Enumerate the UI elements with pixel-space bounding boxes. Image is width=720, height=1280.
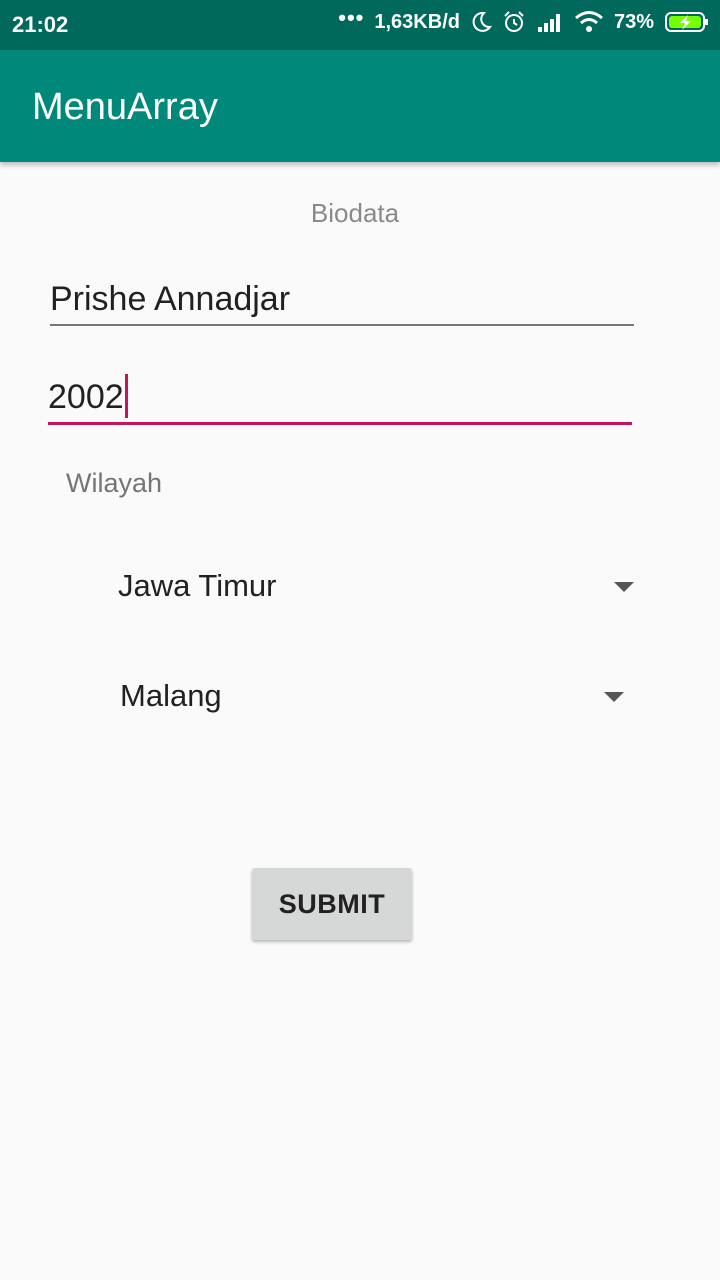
battery-percent: 73% [613, 10, 654, 33]
dropdown-arrow-icon [604, 692, 624, 702]
status-bar: 21:02 ••• 1,63KB/d 73% [0, 0, 720, 50]
submit-button[interactable]: SUBMIT [252, 868, 412, 940]
biodata-label: Biodata [310, 198, 400, 228]
status-icons: ••• 1,63KB/d 73% [338, 5, 710, 34]
wilayah-label: Wilayah [66, 468, 163, 498]
dropdown-arrow-icon [614, 582, 634, 592]
name-input-value: Prishe Annadjar [50, 280, 291, 318]
province-spinner[interactable]: Jawa Timur [118, 556, 636, 616]
more-dots-icon: ••• [338, 5, 365, 30]
moon-icon [470, 11, 492, 33]
network-speed: 1,63KB/d [374, 10, 460, 33]
app-title: MenuArray [32, 86, 218, 128]
alarm-icon [502, 10, 526, 34]
wifi-icon [574, 10, 604, 34]
battery-charging-icon [664, 10, 710, 34]
signal-icon [536, 11, 564, 33]
province-selected: Jawa Timur [118, 568, 277, 603]
city-spinner[interactable]: Malang [120, 666, 626, 726]
year-input-value: 2002 [48, 378, 124, 416]
year-input[interactable]: 2002 [48, 372, 632, 425]
text-cursor [124, 374, 128, 419]
city-selected: Malang [120, 678, 222, 713]
status-time: 21:02 [12, 12, 69, 37]
name-input[interactable]: Prishe Annadjar [50, 274, 634, 326]
app-bar: MenuArray [0, 50, 720, 162]
